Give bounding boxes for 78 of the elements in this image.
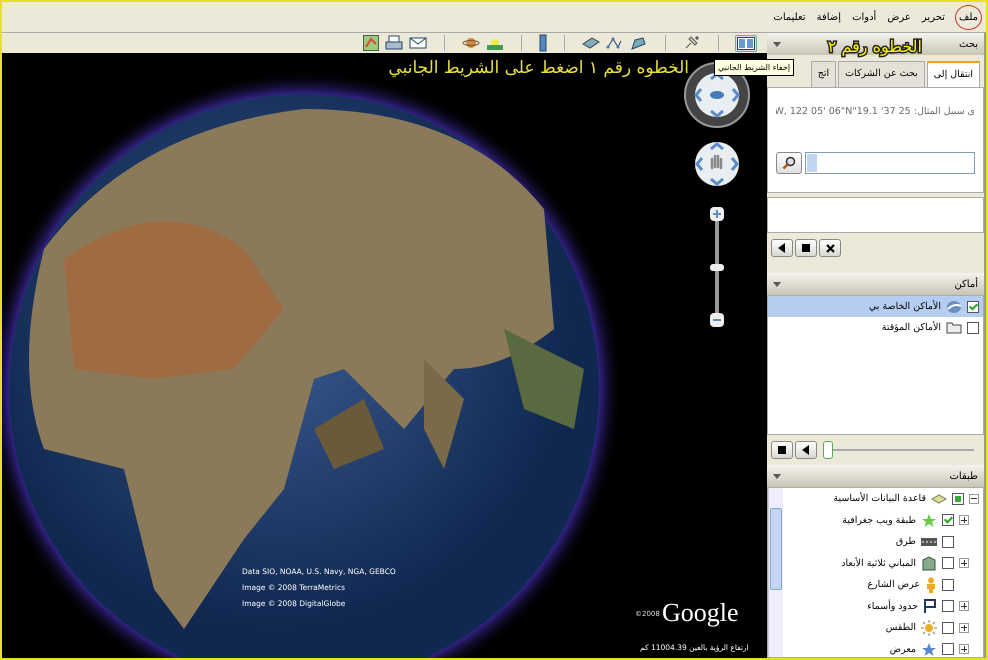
globe-icon [946, 300, 962, 314]
menu-item[interactable]: عرض [886, 10, 912, 24]
section-header[interactable]: أماكن [767, 273, 984, 295]
envelope-icon[interactable] [408, 35, 428, 51]
slider-thumb[interactable] [710, 264, 724, 271]
layer-label: قاعدة البيانات الأساسية [833, 493, 926, 504]
triangle-left-icon [778, 243, 786, 253]
layer-label: طبقة ويب جغرافية [842, 514, 916, 526]
close-icon [826, 244, 834, 252]
layer-label: معرض [890, 644, 916, 655]
checkbox[interactable] [952, 492, 964, 505]
expand-icon[interactable] [959, 601, 969, 612]
place-label: الأماكن المؤقتة [882, 322, 941, 333]
layer-label: المباني ثلاثية الأبعاد [841, 558, 916, 569]
layer-label: حدود وأسماء [867, 600, 918, 612]
menu-item[interactable]: إضافة [816, 10, 842, 24]
flag-icon [923, 598, 937, 614]
menu-item[interactable]: أدوات [851, 10, 878, 24]
layer-label: الطقس [886, 622, 916, 634]
tab[interactable]: اتج [810, 61, 836, 87]
place-item[interactable]: الأماكن الخاصة بي [768, 296, 983, 317]
menu-item[interactable]: ملف [954, 4, 982, 30]
building-icon [921, 556, 937, 571]
printer-icon[interactable] [384, 34, 404, 52]
zoom-slider[interactable] [710, 207, 724, 327]
ruler-icon[interactable] [538, 33, 548, 53]
logo: Google [662, 598, 739, 628]
checkbox[interactable] [942, 622, 954, 634]
back-button[interactable] [771, 239, 793, 257]
move-joystick-icon[interactable] [694, 141, 740, 187]
star-icon [921, 642, 937, 657]
checkbox[interactable] [967, 322, 979, 334]
folder-icon [946, 321, 962, 334]
layer-label: طرق [896, 536, 916, 548]
person-icon [925, 576, 937, 593]
expand-icon[interactable] [959, 558, 969, 568]
star-icon [921, 512, 937, 528]
tab[interactable]: بحث عن الشركات [838, 61, 925, 87]
search-icon [782, 156, 796, 170]
layers-icon [931, 492, 947, 505]
tab[interactable]: انتقال إلى [926, 61, 980, 87]
menu-item[interactable]: تعليمات [772, 10, 807, 24]
slider-thumb[interactable] [823, 441, 833, 459]
place-item[interactable]: الأماكن المؤقتة [768, 317, 983, 338]
square-icon [778, 446, 786, 454]
step-annotation: الخطوه رقم ١ اضغط على الشريط الجانبي [388, 58, 689, 78]
expand-icon[interactable] [959, 622, 969, 633]
checkbox[interactable] [942, 578, 954, 591]
stop-button[interactable] [795, 239, 817, 257]
expand-icon[interactable] [959, 644, 969, 654]
search-button[interactable] [776, 152, 802, 174]
menu-item[interactable]: تحرير [920, 10, 946, 24]
checkbox[interactable] [942, 643, 954, 656]
checkbox[interactable] [942, 600, 954, 612]
zoom-out-button[interactable] [710, 313, 724, 327]
section-header[interactable]: طبقات [767, 465, 984, 487]
checkbox[interactable] [942, 557, 954, 570]
scrollbar[interactable] [768, 488, 783, 657]
tooltip: إخفاء الشريط الجانبي [714, 59, 794, 76]
expand-icon[interactable] [959, 515, 969, 526]
checkbox[interactable] [942, 536, 954, 548]
road-icon [921, 536, 937, 547]
collapse-icon[interactable] [969, 494, 979, 504]
close-button[interactable] [819, 239, 841, 257]
step-annotation: الخطوه رقم ٢ [828, 37, 922, 56]
checkbox[interactable] [967, 300, 979, 312]
place-label: الأماكن الخاصة بي [868, 301, 941, 312]
sidebar-toggle-icon[interactable] [735, 34, 757, 52]
map-icon[interactable] [362, 34, 380, 52]
triangle-left-icon [802, 445, 810, 455]
square-icon [802, 244, 810, 252]
checkbox[interactable] [942, 514, 954, 526]
zoom-in-button[interactable] [710, 207, 724, 221]
layer-label: عرض الشارع [867, 579, 920, 590]
sun-icon [921, 620, 937, 636]
play-back-button[interactable] [795, 441, 817, 459]
stop-button[interactable] [771, 441, 793, 459]
search-field[interactable] [805, 152, 975, 174]
